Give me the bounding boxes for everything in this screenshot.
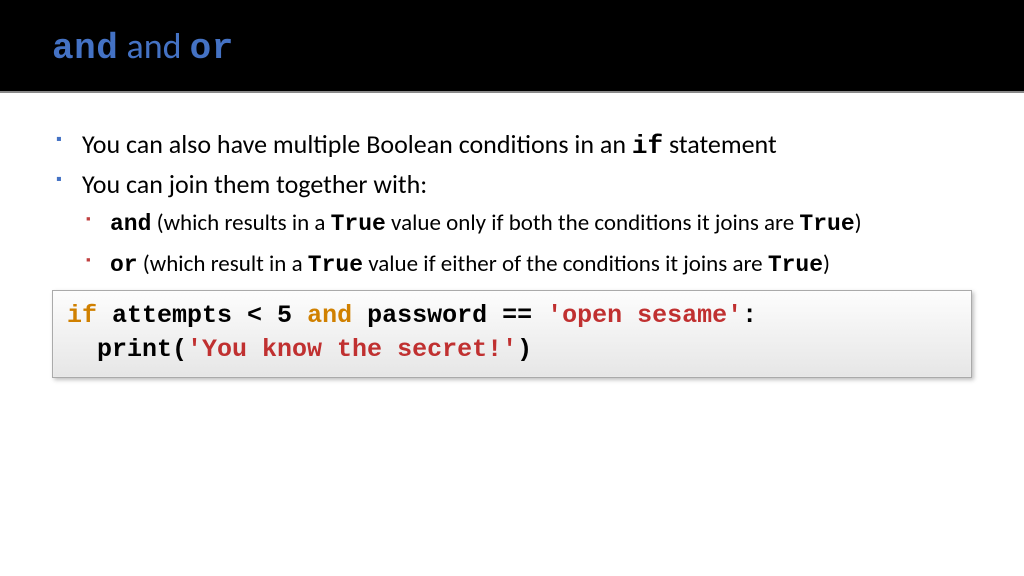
- code-seg1: attempts < 5: [97, 301, 307, 330]
- bullet-1-pre: You can also have multiple Boolean condi…: [82, 128, 632, 160]
- sub-or-true2: True: [768, 252, 823, 278]
- bullet-list: You can also have multiple Boolean condi…: [52, 127, 972, 280]
- code-close: ): [517, 335, 532, 364]
- code-indent-print: print(: [67, 335, 187, 364]
- sub-bullet-and: and (which results in a True value only …: [82, 208, 972, 239]
- slide-body: You can also have multiple Boolean condi…: [0, 93, 1024, 576]
- sub-and-end: ): [855, 209, 862, 237]
- sub-and-true1: True: [331, 211, 386, 237]
- title-code-and: and: [52, 28, 118, 69]
- sub-and-kw: and: [110, 211, 151, 237]
- bullet-2: You can join them together with: and (wh…: [52, 167, 972, 280]
- code-str1: 'open sesame': [547, 301, 742, 330]
- slide: and and or You can also have multiple Bo…: [0, 0, 1024, 576]
- code-kw-if: if: [67, 301, 97, 330]
- code-str2: 'You know the secret!': [187, 335, 517, 364]
- bullet-1: You can also have multiple Boolean condi…: [52, 127, 972, 163]
- title-plain-and: and: [118, 24, 189, 68]
- sub-bullet-or: or (which result in a True value if eith…: [82, 249, 972, 280]
- sub-and-mid2: value only if both the conditions it joi…: [386, 209, 800, 237]
- code-colon: :: [742, 301, 757, 330]
- sub-and-true2: True: [799, 211, 854, 237]
- sub-or-kw: or: [110, 252, 138, 278]
- code-seg2: password ==: [352, 301, 547, 330]
- sub-or-true1: True: [308, 252, 363, 278]
- slide-title: and and or: [52, 24, 972, 69]
- bullet-1-post: statement: [663, 128, 777, 160]
- bullet-2-text: You can join them together with:: [82, 168, 427, 200]
- sub-or-mid1: (which result in a: [138, 250, 308, 278]
- sub-or-end: ): [823, 250, 830, 278]
- title-code-or: or: [190, 28, 234, 69]
- slide-header: and and or: [0, 0, 1024, 93]
- sub-or-mid2: value if either of the conditions it joi…: [363, 250, 768, 278]
- sub-bullet-list: and (which results in a True value only …: [82, 208, 972, 281]
- sub-and-mid1: (which results in a: [151, 209, 330, 237]
- code-example: if attempts < 5 and password == 'open se…: [52, 290, 972, 378]
- bullet-1-code-if: if: [632, 131, 663, 161]
- code-kw-and: and: [307, 301, 352, 330]
